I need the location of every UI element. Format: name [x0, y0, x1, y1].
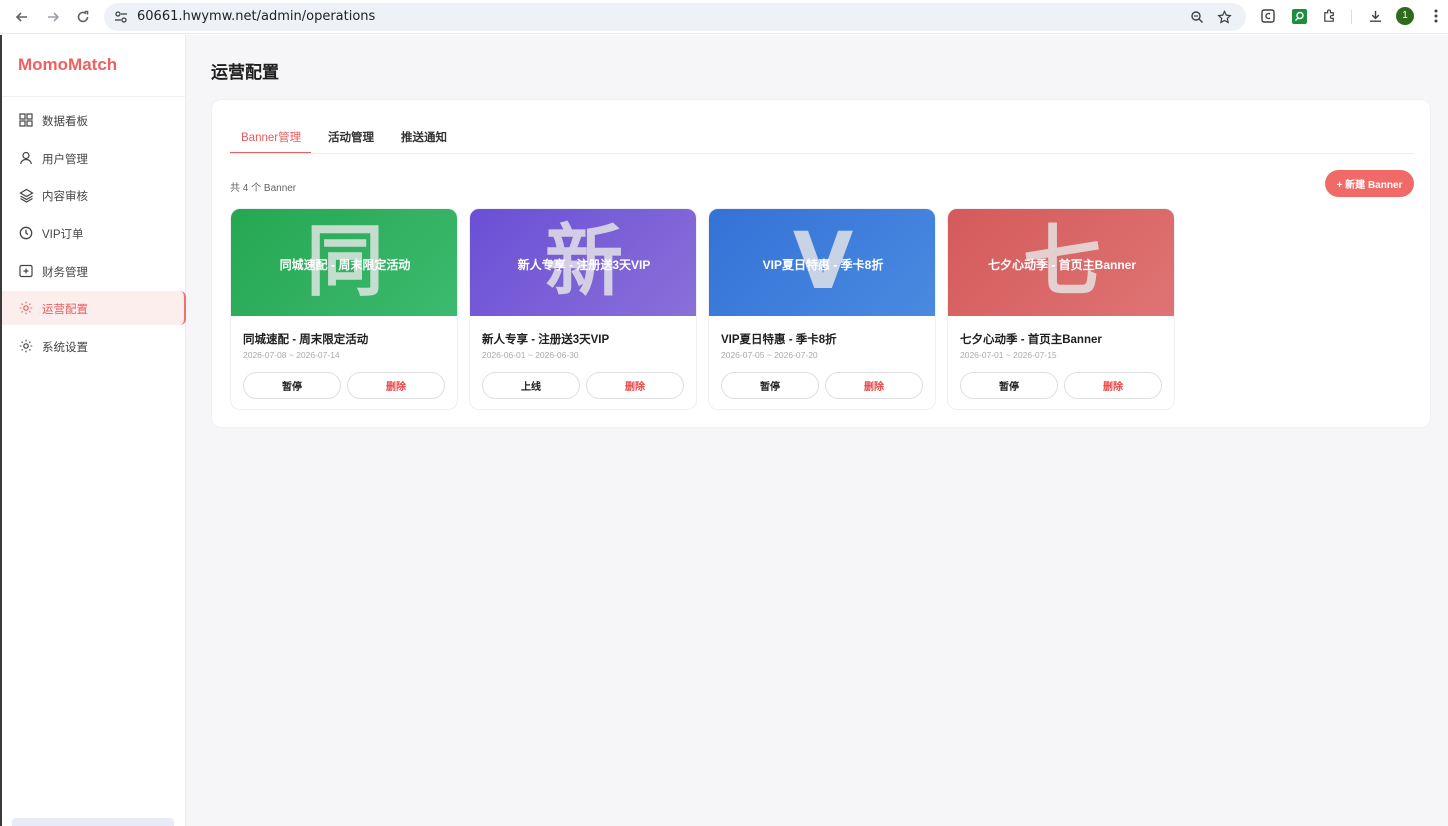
brand-logo[interactable]: MomoMatch [18, 55, 117, 75]
banner-title: 新人专享 - 注册送3天VIP [482, 334, 610, 346]
banner-dates: 2026-06-01 ~ 2026-06-30 [482, 350, 579, 360]
tab-activities[interactable]: 活动管理 [328, 129, 374, 145]
sidebar-item-settings[interactable]: 系统设置 [2, 329, 186, 363]
sidebar-item-label: 数据看板 [42, 116, 88, 128]
bookmark-star-icon[interactable] [1215, 8, 1233, 26]
sidebar-item-label: 系统设置 [42, 342, 88, 354]
sidebar-item-content-review[interactable]: 内容审核 [2, 178, 186, 212]
banner-dates: 2026-07-01 ~ 2026-07-15 [960, 350, 1057, 360]
new-banner-button[interactable]: + 新建 Banner [1325, 170, 1414, 197]
delete-button[interactable]: 删除 [586, 372, 684, 399]
delete-button[interactable]: 删除 [1064, 372, 1162, 399]
banner-caption: 同城速配 - 周末限定活动 [279, 258, 411, 272]
sidebar-item-label: 运营配置 [42, 304, 88, 316]
sidebar-item-label: VIP订单 [42, 229, 84, 241]
pause-button[interactable]: 暂停 [960, 372, 1058, 399]
sidebar-item-operations[interactable]: 运营配置 [2, 291, 186, 325]
sidebar-item-users[interactable]: 用户管理 [2, 141, 186, 175]
user-icon [18, 150, 34, 166]
sidebar-item-dashboard[interactable]: 数据看板 [2, 103, 186, 137]
sidebar-item-label: 财务管理 [42, 267, 88, 279]
delete-button[interactable]: 删除 [825, 372, 923, 399]
profile-initial: 1 [1402, 10, 1408, 21]
banner-card: 新 新人专享 - 注册送3天VIP 新人专享 - 注册送3天VIP 2026-0… [469, 208, 697, 410]
settings-icon [18, 338, 34, 354]
banner-preview[interactable]: 同 同城速配 - 周末限定活动 [231, 209, 457, 316]
browser-menu-icon[interactable] [1427, 7, 1445, 25]
banner-preview[interactable]: 七 七夕心动季 - 首页主Banner [948, 209, 1174, 316]
banner-caption: VIP夏日特惠 - 季卡8折 [762, 258, 884, 272]
layers-icon [18, 187, 34, 203]
sidebar-footer [12, 818, 174, 826]
extensions-puzzle-icon[interactable] [1320, 7, 1338, 25]
profile-avatar[interactable]: 1 [1396, 7, 1414, 25]
pause-button[interactable]: 暂停 [721, 372, 819, 399]
sidebar-item-finance[interactable]: 财务管理 [2, 254, 186, 288]
sidebar-item-vip-orders[interactable]: VIP订单 [2, 216, 186, 250]
banner-dates: 2026-07-05 ~ 2026-07-20 [721, 350, 818, 360]
extension-c-icon[interactable] [1259, 7, 1277, 25]
banner-caption: 新人专享 - 注册送3天VIP [517, 258, 651, 272]
tab-push[interactable]: 推送通知 [401, 129, 447, 145]
banner-count: 共 4 个 Banner [230, 183, 297, 194]
back-icon[interactable] [9, 4, 35, 30]
sidebar-item-label: 内容审核 [42, 191, 88, 203]
address-bar[interactable]: 60661.hwymw.net/admin/operations [104, 3, 1246, 31]
banner-caption: 七夕心动季 - 首页主Banner [987, 258, 1136, 272]
delete-button[interactable]: 删除 [347, 372, 445, 399]
clock-icon [18, 225, 34, 241]
banner-title: 同城速配 - 周末限定活动 [243, 334, 369, 346]
sun-icon [18, 300, 34, 316]
banner-title: 七夕心动季 - 首页主Banner [960, 334, 1102, 346]
tab-banner[interactable]: Banner管理 [241, 129, 301, 145]
toolbar-divider [1351, 10, 1352, 24]
grid-icon [18, 112, 34, 128]
banner-preview[interactable]: 新 新人专享 - 注册送3天VIP [470, 209, 696, 316]
banner-dates: 2026-07-08 ~ 2026-07-14 [243, 350, 340, 360]
forward-icon[interactable] [40, 4, 66, 30]
tabs-divider [230, 153, 1414, 154]
banner-card: V VIP夏日特惠 - 季卡8折 VIP夏日特惠 - 季卡8折 2026-07-… [708, 208, 936, 410]
reload-icon[interactable] [70, 4, 96, 30]
sidebar-divider [2, 96, 186, 97]
page-title: 运营配置 [211, 63, 279, 82]
plus-box-icon [18, 263, 34, 279]
url-text[interactable]: 60661.hwymw.net/admin/operations [137, 9, 375, 24]
extension-search-icon[interactable] [1290, 7, 1308, 25]
main-content: 运营配置 Banner管理 活动管理 推送通知 共 4 个 Banner + 新… [186, 35, 1448, 826]
sidebar-item-label: 用户管理 [42, 154, 88, 166]
banner-preview[interactable]: V VIP夏日特惠 - 季卡8折 [709, 209, 935, 316]
site-settings-icon[interactable] [112, 8, 130, 26]
sidebar: MomoMatch 数据看板 用户管理 内容审核 VIP订单 财务管理 运营配置… [0, 35, 186, 826]
publish-button[interactable]: 上线 [482, 372, 580, 399]
banner-title: VIP夏日特惠 - 季卡8折 [721, 334, 837, 346]
banner-card: 同 同城速配 - 周末限定活动 同城速配 - 周末限定活动 2026-07-08… [230, 208, 458, 410]
operations-panel: Banner管理 活动管理 推送通知 共 4 个 Banner + 新建 Ban… [211, 99, 1431, 428]
pause-button[interactable]: 暂停 [243, 372, 341, 399]
browser-toolbar: 60661.hwymw.net/admin/operations 1 [0, 0, 1448, 34]
zoom-icon[interactable] [1188, 8, 1206, 26]
download-icon[interactable] [1366, 7, 1384, 25]
banner-card: 七 七夕心动季 - 首页主Banner 七夕心动季 - 首页主Banner 20… [947, 208, 1175, 410]
